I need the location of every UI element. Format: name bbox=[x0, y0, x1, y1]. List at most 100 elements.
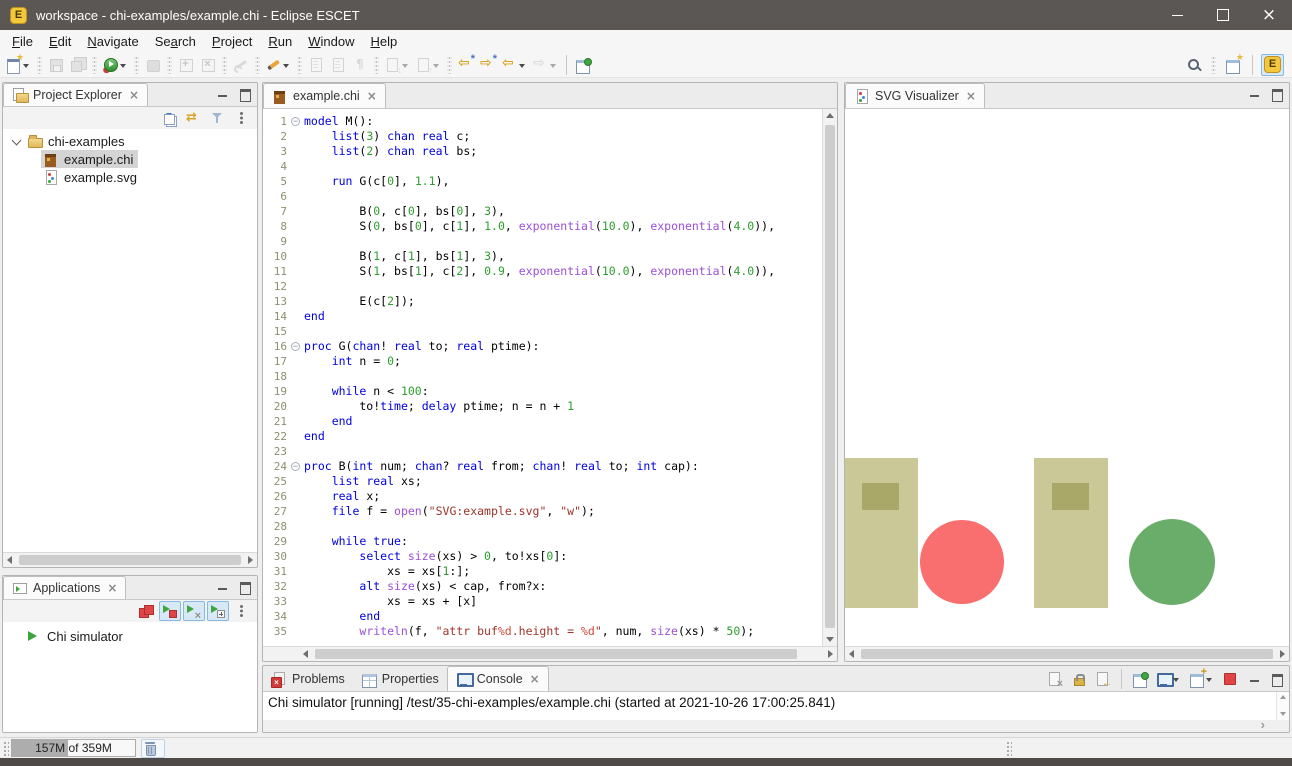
code-line-33[interactable]: 33 xs = xs + [x] bbox=[263, 594, 821, 609]
minimize-view-button[interactable] bbox=[215, 87, 231, 101]
tab-properties[interactable]: Properties bbox=[353, 666, 447, 691]
auto-terminate-button[interactable] bbox=[159, 601, 181, 621]
code-line-1[interactable]: 1−model M(): bbox=[263, 114, 821, 129]
dropdown-arrow-icon[interactable] bbox=[518, 57, 527, 73]
code-line-16[interactable]: 16−proc G(chan! real to; real ptime): bbox=[263, 339, 821, 354]
minimize-view-button[interactable] bbox=[215, 580, 231, 594]
code-line-34[interactable]: 34 end bbox=[263, 609, 821, 624]
code-line-11[interactable]: 11 S(1, bs[1], c[2], 0.9, exponential(10… bbox=[263, 264, 821, 279]
menu-item-navigate[interactable]: Navigate bbox=[79, 32, 146, 51]
pin-editor-button[interactable] bbox=[572, 54, 594, 76]
tab-console[interactable]: Console× bbox=[447, 666, 549, 691]
scrollbar-thumb[interactable] bbox=[861, 649, 1273, 659]
tab-close-icon[interactable]: × bbox=[129, 88, 139, 102]
auto-remove-button[interactable] bbox=[183, 601, 205, 621]
dropdown-arrow-icon[interactable] bbox=[1205, 671, 1214, 687]
scroll-right-icon[interactable] bbox=[243, 553, 257, 567]
code-line-32[interactable]: 32 alt size(xs) < cap, from?x: bbox=[263, 579, 821, 594]
tab-svg-visualizer[interactable]: SVG Visualizer× bbox=[845, 83, 985, 108]
scroll-up-icon[interactable] bbox=[823, 109, 837, 123]
code-line-35[interactable]: 35 writeln(f, "attr buf%d.height = %d", … bbox=[263, 624, 821, 639]
menu-item-file[interactable]: File bbox=[4, 32, 41, 51]
fold-collapse-icon[interactable]: − bbox=[291, 462, 300, 471]
horizontal-sash[interactable] bbox=[2, 568, 258, 575]
code-line-25[interactable]: 25 list real xs; bbox=[263, 474, 821, 489]
tab-example-chi[interactable]: example.chi× bbox=[263, 83, 386, 108]
terminate-all-button[interactable] bbox=[135, 601, 157, 621]
scroll-lock-button[interactable] bbox=[1068, 668, 1090, 690]
minimize-view-button[interactable] bbox=[1247, 87, 1263, 101]
code-line-6[interactable]: 6 bbox=[263, 189, 821, 204]
tab-close-icon[interactable]: × bbox=[367, 89, 377, 103]
menu-item-help[interactable]: Help bbox=[362, 32, 405, 51]
display-console-button[interactable] bbox=[1153, 668, 1184, 690]
code-line-21[interactable]: 21 end bbox=[263, 414, 821, 429]
scrollbar-thumb[interactable] bbox=[315, 649, 797, 659]
scroll-left-icon[interactable] bbox=[845, 647, 859, 661]
dropdown-arrow-icon[interactable] bbox=[22, 57, 31, 73]
scroll-right-icon[interactable] bbox=[1275, 647, 1289, 661]
code-editor[interactable]: 1−model M():2 list(3) chan real c;3 list… bbox=[263, 109, 837, 646]
pin-console-button[interactable] bbox=[1129, 668, 1151, 690]
clear-console-button[interactable] bbox=[1044, 668, 1066, 690]
maximize-view-button[interactable] bbox=[1269, 672, 1285, 686]
tree-item-example-svg[interactable]: example.svg bbox=[3, 168, 257, 186]
tab-close-icon[interactable]: × bbox=[107, 581, 117, 595]
menu-item-search[interactable]: Search bbox=[147, 32, 204, 51]
tab-problems[interactable]: Problems bbox=[263, 666, 353, 691]
dropdown-arrow-icon[interactable] bbox=[401, 57, 410, 73]
tab-applications[interactable]: Applications× bbox=[3, 576, 126, 599]
editor-hscrollbar[interactable] bbox=[263, 646, 837, 661]
code-line-28[interactable]: 28 bbox=[263, 519, 821, 534]
code-line-18[interactable]: 18 bbox=[263, 369, 821, 384]
forward-history-button[interactable] bbox=[530, 54, 561, 76]
open-console-button[interactable] bbox=[1186, 668, 1217, 690]
dropdown-arrow-icon[interactable] bbox=[1172, 671, 1181, 687]
code-line-17[interactable]: 17 int n = 0; bbox=[263, 354, 821, 369]
minimize-view-button[interactable] bbox=[1247, 672, 1263, 686]
code-line-8[interactable]: 8 S(0, bs[0], c[1], 1.0, exponential(10.… bbox=[263, 219, 821, 234]
code-line-29[interactable]: 29 while true: bbox=[263, 534, 821, 549]
code-line-7[interactable]: 7 B(0, c[0], bs[0], 3), bbox=[263, 204, 821, 219]
filter-button[interactable] bbox=[207, 108, 229, 128]
view-menu-button[interactable] bbox=[231, 601, 253, 621]
code-line-5[interactable]: 5 run G(c[0], 1.1), bbox=[263, 174, 821, 189]
scrollbar-thumb[interactable] bbox=[825, 125, 835, 628]
code-line-10[interactable]: 10 B(1, c[1], bs[1], 3), bbox=[263, 249, 821, 264]
dropdown-arrow-icon[interactable] bbox=[282, 57, 291, 73]
show-whitespace-button[interactable] bbox=[349, 54, 371, 76]
scroll-down-icon[interactable] bbox=[1280, 711, 1287, 718]
editor-vscrollbar[interactable] bbox=[822, 109, 837, 646]
next-edit-location-button[interactable] bbox=[477, 54, 499, 76]
view-menu-button[interactable] bbox=[231, 108, 253, 128]
code-line-14[interactable]: 14end bbox=[263, 309, 821, 324]
save-all-button[interactable] bbox=[67, 54, 89, 76]
code-line-24[interactable]: 24−proc B(int num; chan? real from; chan… bbox=[263, 459, 821, 474]
menu-item-project[interactable]: Project bbox=[204, 32, 260, 51]
code-line-27[interactable]: 27 file f = open("SVG:example.svg", "w")… bbox=[263, 504, 821, 519]
console-vscrollbar[interactable] bbox=[1276, 692, 1289, 720]
window-maximize-button[interactable] bbox=[1200, 0, 1246, 30]
auto-expand-button[interactable] bbox=[207, 601, 229, 621]
fold-collapse-icon[interactable]: − bbox=[291, 342, 300, 351]
expander-chevron-icon[interactable] bbox=[9, 133, 25, 149]
scrollbar-thumb[interactable] bbox=[19, 555, 241, 565]
open-perspective-button[interactable] bbox=[1222, 54, 1244, 76]
link-with-editor-button[interactable] bbox=[183, 108, 205, 128]
console-output[interactable]: Chi simulator [running] /test/35-chi-exa… bbox=[263, 692, 1289, 720]
scroll-left-icon[interactable] bbox=[299, 647, 313, 661]
menu-item-run[interactable]: Run bbox=[260, 32, 300, 51]
terminate-button[interactable] bbox=[1219, 668, 1241, 690]
code-line-26[interactable]: 26 real x; bbox=[263, 489, 821, 504]
word-wrap-button[interactable] bbox=[1092, 668, 1114, 690]
tree-item-example-chi[interactable]: example.chi bbox=[3, 150, 257, 168]
code-line-9[interactable]: 9 bbox=[263, 234, 821, 249]
escet-perspective-button[interactable]: E bbox=[1261, 54, 1284, 76]
dropdown-arrow-icon[interactable] bbox=[432, 57, 441, 73]
code-line-19[interactable]: 19 while n < 100: bbox=[263, 384, 821, 399]
scroll-up-icon[interactable] bbox=[1280, 694, 1287, 701]
code-line-4[interactable]: 4 bbox=[263, 159, 821, 174]
menu-item-edit[interactable]: Edit bbox=[41, 32, 79, 51]
fold-collapse-icon[interactable]: − bbox=[291, 117, 300, 126]
maximize-view-button[interactable] bbox=[237, 87, 253, 101]
